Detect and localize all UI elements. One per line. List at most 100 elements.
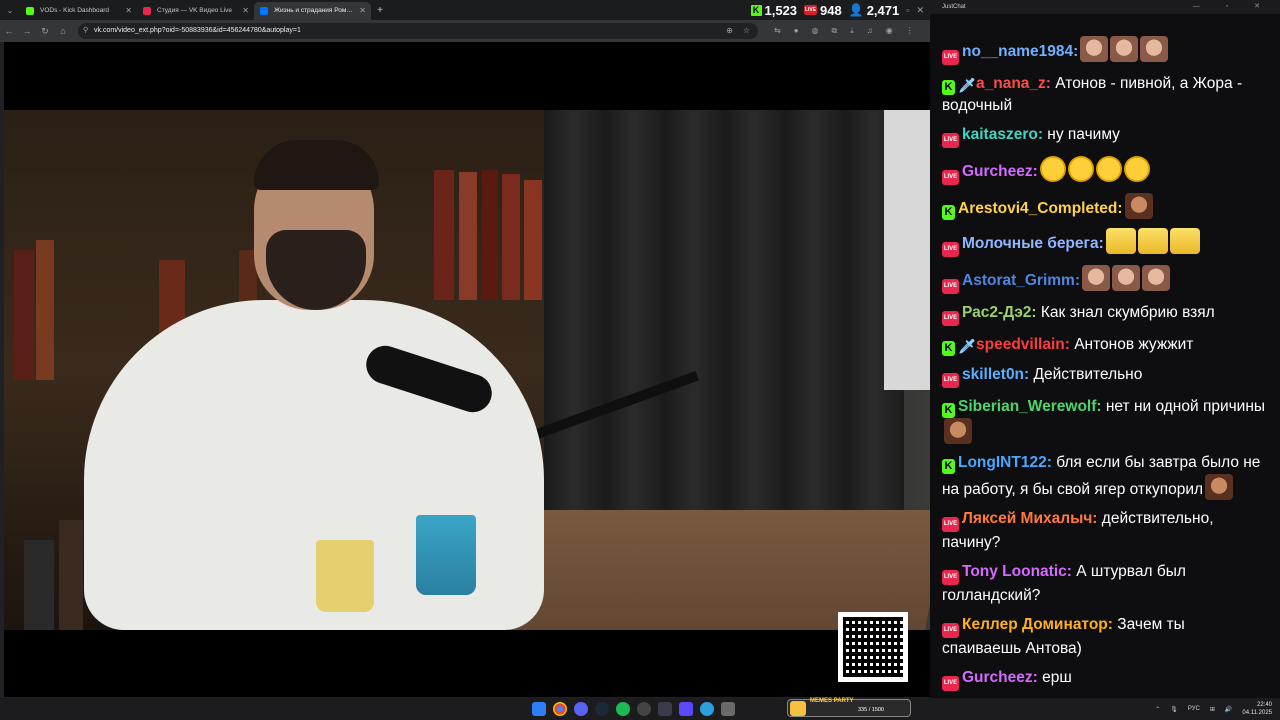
video-player[interactable] bbox=[4, 42, 930, 697]
puzzle-icon[interactable]: ⧉ bbox=[832, 26, 838, 36]
chat-window-title: JustChat bbox=[942, 4, 966, 10]
app-icon[interactable] bbox=[658, 702, 672, 716]
chat-username[interactable]: speedvillain: bbox=[976, 336, 1070, 353]
chat-username[interactable]: Tony Loonatic: bbox=[962, 563, 1072, 580]
chat-message: LIVE Tony Loonatic: А штурвал был голланд… bbox=[930, 557, 1280, 610]
maximize-icon[interactable]: ▫ bbox=[906, 5, 909, 15]
tab-search-icon[interactable]: ⌄ bbox=[0, 0, 20, 20]
discord-icon[interactable] bbox=[574, 702, 588, 716]
chat-username[interactable]: Siberian_Werewolf: bbox=[958, 398, 1102, 415]
viewer-stats: K 1,523 LIVE 948 👤 2,471 ▫ ✕ bbox=[750, 0, 924, 20]
profile-icon[interactable]: ◉ bbox=[886, 26, 893, 36]
browser-tab[interactable]: Жизнь и страдания Роман ✕ bbox=[254, 2, 371, 20]
chat-message: LIVE Ляксей Михалыч: действительно, пачин… bbox=[930, 504, 1280, 557]
person-hair bbox=[254, 140, 379, 190]
clock-time: 22:40 bbox=[1256, 702, 1272, 708]
kick-badge-icon: K bbox=[942, 80, 955, 95]
chat-message: LIVE Келлер Доминатор: Зачем ты спаиваешь… bbox=[930, 610, 1280, 663]
chat-username[interactable]: a_nana_z: bbox=[976, 75, 1051, 92]
download-icon[interactable]: ⤓ bbox=[850, 26, 854, 36]
media-control-icon[interactable]: ♫ bbox=[867, 26, 873, 36]
cast-icon[interactable]: ⇆ bbox=[774, 26, 781, 36]
language-indicator[interactable]: РУС bbox=[1188, 706, 1200, 712]
url-input[interactable]: ⚲ vk.com/video_ext.php?oid=-50883936&id=… bbox=[78, 23, 758, 39]
cry-emote-icon bbox=[1105, 228, 1136, 254]
vk-live-badge-icon: LIVE bbox=[942, 373, 959, 388]
extension-badge-icon[interactable]: ◍ bbox=[812, 26, 819, 36]
chat-username[interactable]: Рас2-Дэ2: bbox=[962, 304, 1037, 321]
zoom-icon[interactable]: ⊕ bbox=[726, 23, 733, 39]
chat-username[interactable]: Ляксей Михалыч: bbox=[962, 510, 1097, 527]
kick-viewer-stat: K 1,523 bbox=[750, 3, 797, 18]
book bbox=[434, 170, 454, 300]
chat-message: LIVE Gurcheez: bbox=[930, 152, 1280, 189]
clock-date: 04.11.2025 bbox=[1242, 710, 1272, 716]
browser-tab[interactable]: Студия — VK Видео Live ✕ bbox=[137, 2, 254, 20]
browser-tab[interactable]: VODs - Kick Dashboard ✕ bbox=[20, 2, 137, 20]
vk-live-badge-icon: LIVE bbox=[942, 242, 959, 257]
chat-message: K 🗡a_nana_z: Атонов - пивной, а Жора - во… bbox=[930, 69, 1280, 120]
brown-emote-icon bbox=[1124, 193, 1153, 219]
browser-window: ⌄ VODs - Kick Dashboard ✕ Студия — VK Виде… bbox=[0, 0, 930, 698]
face-emote-icon bbox=[1112, 265, 1140, 291]
vk-live-badge-icon: LIVE bbox=[942, 170, 959, 185]
chat-username[interactable]: LongINT122: bbox=[958, 454, 1052, 471]
chat-text: ну пачиму bbox=[1047, 126, 1120, 143]
vk-viewer-count: 948 bbox=[820, 2, 842, 18]
system-tray: ⌃ 🎙 РУС ⊞ 🔊 22:40 04.11.2025 bbox=[1155, 698, 1272, 720]
microphone-icon[interactable]: 🎙 bbox=[1170, 706, 1178, 713]
chat-username[interactable]: Gurcheez: bbox=[962, 669, 1038, 686]
new-tab-button[interactable]: + bbox=[371, 5, 389, 16]
memes-party-widget[interactable]: MEMES PARTY 335 / 1500 bbox=[787, 698, 911, 717]
chat-username[interactable]: Келлер Доминатор: bbox=[962, 616, 1113, 633]
network-icon[interactable]: ⊞ bbox=[1210, 706, 1215, 713]
app-icon[interactable] bbox=[679, 702, 693, 716]
steam-icon[interactable] bbox=[595, 702, 609, 716]
back-icon[interactable]: ← bbox=[0, 26, 18, 36]
kick-badge-icon: K bbox=[942, 403, 955, 418]
url-text: vk.com/video_ext.php?oid=-50883936&id=45… bbox=[94, 27, 301, 34]
telegram-icon[interactable] bbox=[700, 702, 714, 716]
obs-icon[interactable] bbox=[637, 702, 651, 716]
chat-message: K LongINT122: бля если бы завтра было не … bbox=[930, 448, 1280, 504]
video-frame bbox=[4, 110, 930, 630]
app-icon[interactable] bbox=[721, 702, 735, 716]
book bbox=[14, 250, 34, 380]
site-info-icon[interactable]: ⚲ bbox=[83, 23, 88, 39]
volume-icon[interactable]: 🔊 bbox=[1225, 706, 1232, 713]
chat-username[interactable]: skillet0n: bbox=[962, 366, 1029, 383]
chat-username[interactable]: Astorat_Grimm: bbox=[962, 272, 1080, 289]
forward-icon[interactable]: → bbox=[18, 26, 36, 36]
menu-icon[interactable]: ⋮ bbox=[906, 26, 914, 36]
home-icon[interactable]: ⌂ bbox=[54, 26, 72, 36]
chat-username[interactable]: Arestovi4_Completed: bbox=[958, 200, 1123, 217]
address-bar: ← → ↻ ⌂ ⚲ vk.com/video_ext.php?oid=-5088… bbox=[0, 20, 930, 42]
chrome-icon[interactable] bbox=[553, 702, 567, 716]
bookmark-star-icon[interactable]: ☆ bbox=[743, 23, 750, 39]
clock[interactable]: 22:40 04.11.2025 bbox=[1242, 701, 1272, 717]
chat-username[interactable]: Молочные берега: bbox=[962, 235, 1104, 252]
tray-chevron-icon[interactable]: ⌃ bbox=[1155, 706, 1160, 713]
close-window-icon[interactable]: ✕ bbox=[916, 5, 924, 16]
start-icon[interactable] bbox=[532, 702, 546, 716]
chat-username[interactable]: no__name1984: bbox=[962, 43, 1078, 60]
chat-message-list: LIVE no__name1984: K 🗡a_nana_z: Атонов - пи… bbox=[930, 32, 1280, 698]
chat-window-controls[interactable]: — ▫ ✕ bbox=[1193, 0, 1272, 14]
vk-viewer-stat: LIVE 948 bbox=[804, 3, 842, 18]
spotify-icon[interactable] bbox=[616, 702, 630, 716]
extension-icon[interactable]: ● bbox=[794, 26, 799, 36]
memes-party-count: 335 / 1500 bbox=[858, 707, 884, 713]
chat-message: LIVE kaitaszero: ну пачиму bbox=[930, 120, 1280, 152]
reload-icon[interactable]: ↻ bbox=[36, 26, 54, 37]
chat-message: K Arestovi4_Completed: bbox=[930, 189, 1280, 224]
yellow-cup bbox=[316, 540, 374, 612]
tab-close-icon[interactable]: ✕ bbox=[125, 2, 132, 20]
chat-username[interactable]: Gurcheez: bbox=[962, 163, 1038, 180]
tab-close-icon[interactable]: ✕ bbox=[359, 2, 366, 20]
tab-close-icon[interactable]: ✕ bbox=[242, 2, 249, 20]
chat-username[interactable]: kaitaszero: bbox=[962, 126, 1043, 143]
cry-emote-icon bbox=[1137, 228, 1168, 254]
vk-live-badge-icon: LIVE bbox=[942, 623, 959, 638]
kick-badge-icon: K bbox=[942, 341, 955, 356]
chat-message: LIVE Gurcheez: ерш bbox=[930, 663, 1280, 695]
